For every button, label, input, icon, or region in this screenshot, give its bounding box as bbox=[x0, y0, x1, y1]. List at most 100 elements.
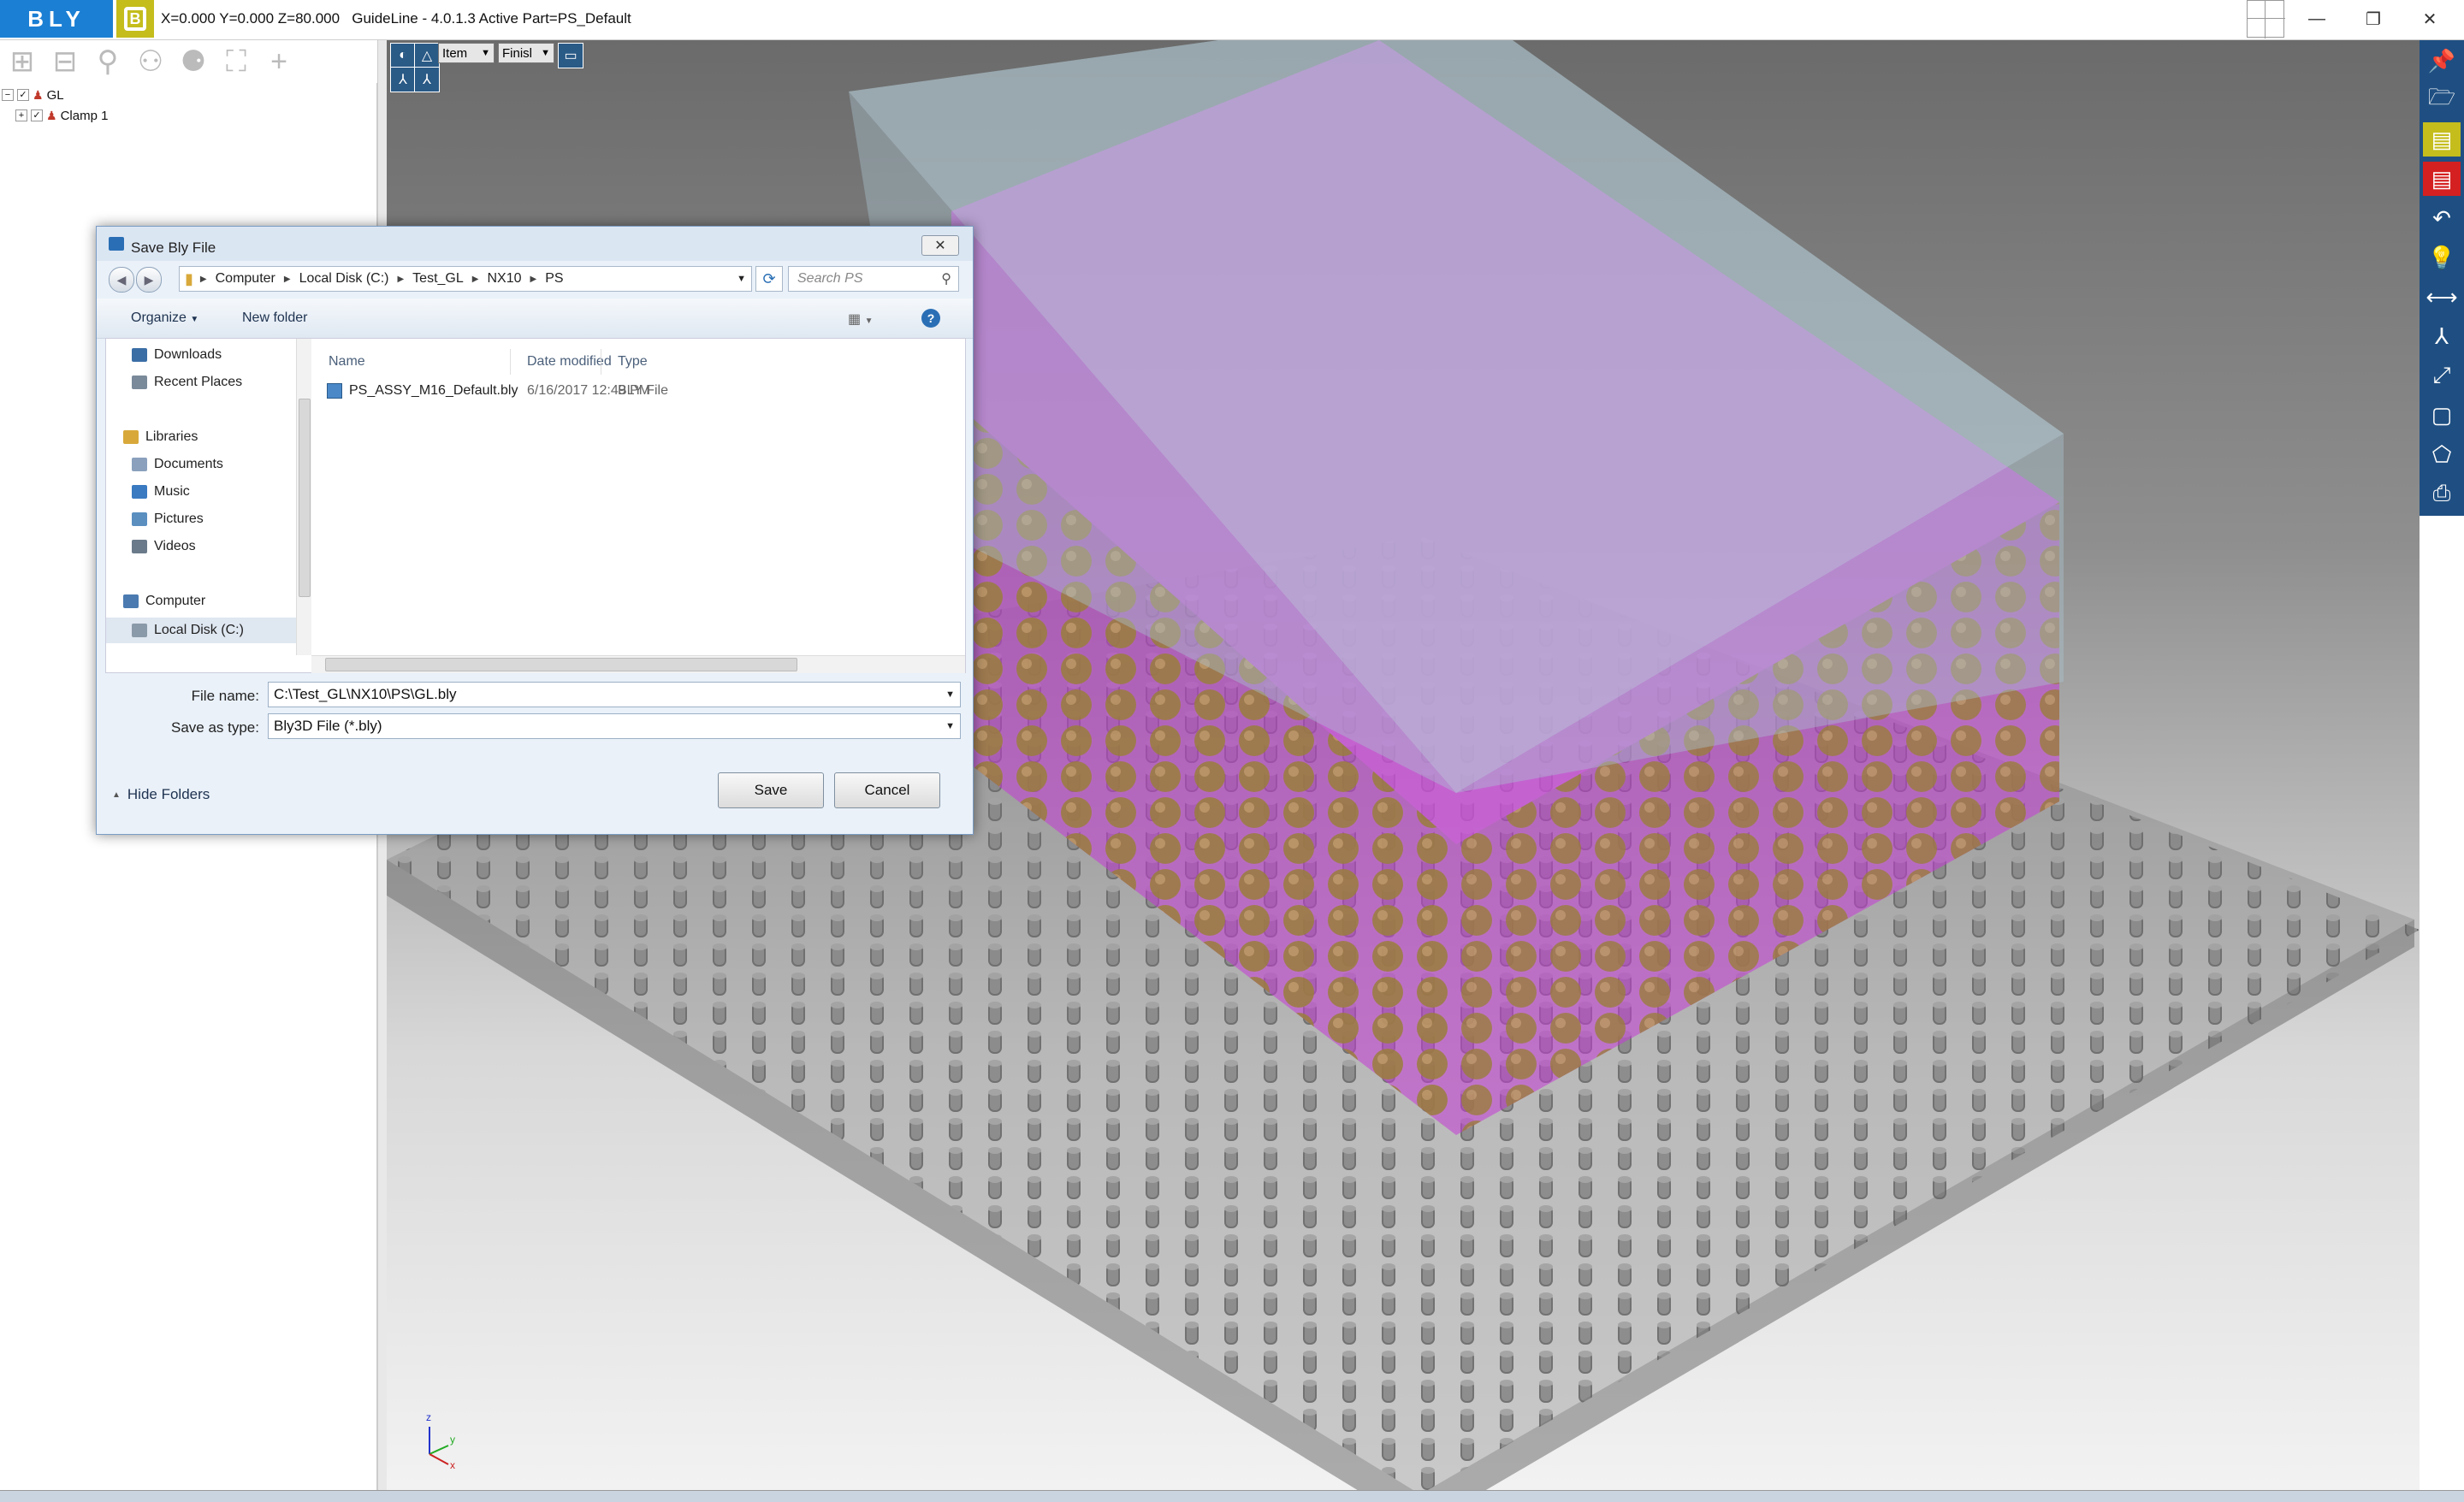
column-separator[interactable] bbox=[510, 349, 511, 375]
breadcrumb-computer[interactable]: Computer ▶ bbox=[216, 271, 291, 287]
tree-item-label: GL bbox=[46, 87, 64, 103]
chevron-down-icon: ▼ bbox=[541, 48, 550, 58]
axis-view-2-icon[interactable]: ⅄ bbox=[414, 67, 440, 92]
bulb-icon[interactable]: 💡 bbox=[2423, 240, 2461, 275]
column-header-name[interactable]: Name bbox=[329, 354, 365, 370]
address-dropdown-icon[interactable]: ▼ bbox=[737, 274, 746, 284]
file-name-input[interactable]: C:\Test_GL\NX10\PS\GL.bly ▼ bbox=[268, 682, 961, 707]
render-mode-icon[interactable]: △ bbox=[414, 43, 440, 68]
b-logo-glyph: B bbox=[124, 7, 146, 31]
breadcrumb-ps[interactable]: PS bbox=[545, 271, 563, 287]
folder-icon: ▮ bbox=[185, 269, 193, 287]
navigation-pane: Downloads Recent Places Libraries Docume… bbox=[106, 339, 296, 672]
close-button[interactable]: ✕ bbox=[2404, 0, 2455, 38]
tree-checkbox[interactable]: ✓ bbox=[31, 109, 43, 121]
breadcrumb-test-gl[interactable]: Test_GL ▶ bbox=[412, 271, 478, 287]
measure-icon[interactable]: ⟷ bbox=[2423, 280, 2461, 314]
search-icon[interactable]: ⚲ bbox=[91, 44, 125, 79]
file-list: Name Date modified Type PS_ASSY_M16_Defa… bbox=[311, 339, 965, 672]
tree-expand-toggle[interactable]: + bbox=[15, 109, 27, 121]
nav-item-music[interactable]: Music bbox=[132, 484, 190, 500]
window-icon[interactable]: ▢ bbox=[2423, 398, 2461, 432]
b-yellow-icon[interactable]: ▤ bbox=[2423, 122, 2461, 157]
maximize-button[interactable]: ❐ bbox=[2348, 0, 2399, 38]
chevron-down-icon: ▼ bbox=[190, 315, 199, 324]
tree-item-label: Clamp 1 bbox=[60, 108, 109, 123]
item-combo[interactable]: Item ▼ bbox=[438, 43, 495, 63]
address-bar[interactable]: ▮ ▶ Computer ▶ Local Disk (C:) ▶ Test_GL ▶ … bbox=[179, 266, 752, 292]
downloads-icon bbox=[132, 348, 147, 362]
pin-icon[interactable]: 📌 bbox=[2423, 44, 2461, 78]
help-icon[interactable]: ? bbox=[921, 309, 940, 328]
column-header-date[interactable]: Date modified bbox=[527, 354, 612, 370]
print-preview-icon[interactable]: ▭ bbox=[558, 43, 583, 68]
nav-item-pictures[interactable]: Pictures bbox=[132, 512, 204, 527]
libraries-icon bbox=[123, 430, 139, 444]
save-button[interactable]: Save bbox=[718, 772, 824, 808]
minimize-button[interactable]: — bbox=[2291, 0, 2343, 38]
b-red-icon[interactable]: ▤ bbox=[2423, 162, 2461, 196]
tree-checkbox[interactable]: ✓ bbox=[17, 89, 29, 101]
save-dialog: Save Bly File ✕ ◀ ▶ ▮ ▶ Computer ▶ Local … bbox=[96, 226, 974, 835]
b-logo-button[interactable]: B bbox=[116, 0, 154, 38]
dialog-title-bar[interactable] bbox=[97, 227, 973, 261]
nav-scroll-thumb[interactable] bbox=[299, 399, 311, 597]
nav-item-recent-places[interactable]: Recent Places bbox=[132, 375, 242, 390]
tree-expand-toggle[interactable]: − bbox=[2, 89, 14, 101]
breadcrumb-label: Local Disk (C:) bbox=[299, 271, 389, 286]
hide-folders-toggle[interactable]: ▲ Hide Folders bbox=[112, 786, 210, 803]
save-type-select[interactable]: Bly3D File (*.bly) ▼ bbox=[268, 713, 961, 739]
undo-icon[interactable]: ↶ bbox=[2423, 201, 2461, 235]
dialog-body: Downloads Recent Places Libraries Docume… bbox=[105, 338, 966, 673]
shape-icon[interactable]: ⬠ bbox=[2423, 437, 2461, 471]
finish-combo[interactable]: Finisl ▼ bbox=[498, 43, 554, 63]
nav-label: Music bbox=[154, 484, 190, 499]
view-mode-icon[interactable]: ◐ bbox=[390, 43, 416, 68]
fit-icon[interactable]: ⛶ bbox=[219, 44, 253, 79]
nav-item-local-disk[interactable]: Local Disk (C:) bbox=[106, 618, 296, 643]
axis-view-icon[interactable]: ⅄ bbox=[390, 67, 416, 92]
expand-icon[interactable]: ⊞ bbox=[5, 44, 39, 79]
forward-button[interactable]: ▶ bbox=[136, 267, 162, 293]
nav-item-computer[interactable]: Computer bbox=[123, 594, 205, 609]
nav-item-libraries[interactable]: Libraries bbox=[123, 429, 198, 445]
plus-icon[interactable]: + bbox=[262, 44, 296, 79]
chevron-up-icon: ▲ bbox=[112, 789, 121, 800]
tree-item-gl[interactable]: − ✓ ♟ GL bbox=[2, 86, 64, 104]
refresh-button[interactable]: ⟳ bbox=[755, 266, 783, 292]
breadcrumb-label: Test_GL bbox=[412, 271, 464, 286]
back-button[interactable]: ◀ bbox=[109, 267, 134, 293]
search-input[interactable]: Search PS ⚲ bbox=[788, 266, 959, 292]
file-row[interactable]: PS_ASSY_M16_Default.bly bbox=[327, 383, 518, 399]
axis-icon[interactable]: ⅄ bbox=[2423, 319, 2461, 353]
nav-item-downloads[interactable]: Downloads bbox=[132, 347, 222, 363]
bly-logo[interactable]: BLY bbox=[0, 0, 113, 38]
print-icon[interactable]: ⎙ bbox=[2423, 476, 2461, 511]
file-name-value: C:\Test_GL\NX10\PS\GL.bly bbox=[274, 686, 457, 702]
horizontal-scroll-thumb[interactable] bbox=[325, 658, 797, 671]
collapse-icon[interactable]: ⊟ bbox=[48, 44, 82, 79]
add-node-icon[interactable]: ⚇ bbox=[133, 44, 168, 79]
organize-button[interactable]: Organize ▼ bbox=[131, 310, 198, 326]
breadcrumb-local-disk[interactable]: Local Disk (C:) ▶ bbox=[299, 271, 405, 287]
fit-view-icon[interactable]: ⤢ bbox=[2423, 358, 2461, 393]
tree-item-clamp[interactable]: + ✓ ♟ Clamp 1 bbox=[15, 106, 108, 125]
computer-icon bbox=[123, 594, 139, 608]
part-icon: ♟ bbox=[46, 108, 57, 122]
nav-item-videos[interactable]: Videos bbox=[132, 539, 196, 554]
chevron-down-icon[interactable]: ▼ bbox=[945, 689, 955, 700]
breadcrumb-nx10[interactable]: NX10 ▶ bbox=[487, 271, 536, 287]
cancel-button[interactable]: Cancel bbox=[834, 772, 940, 808]
taskbar bbox=[0, 1490, 2464, 1502]
right-toolbar: 📌 🗁 ▤ ▤ ↶ 💡 ⟷ ⅄ ⤢ ▢ ⬠ ⎙ bbox=[2420, 40, 2464, 516]
column-header-type[interactable]: Type bbox=[618, 354, 648, 370]
tree-icon[interactable]: ⚈ bbox=[176, 44, 210, 79]
nav-label: Downloads bbox=[154, 347, 222, 362]
layout-grid-icon[interactable] bbox=[2247, 0, 2285, 38]
new-folder-button[interactable]: New folder bbox=[242, 310, 307, 326]
open-folder-icon[interactable]: 🗁 bbox=[2423, 83, 2461, 117]
nav-item-documents[interactable]: Documents bbox=[132, 457, 223, 472]
dialog-close-button[interactable]: ✕ bbox=[921, 235, 959, 256]
view-options-icon[interactable]: ▦ ▼ bbox=[848, 310, 873, 328]
documents-icon bbox=[132, 458, 147, 471]
